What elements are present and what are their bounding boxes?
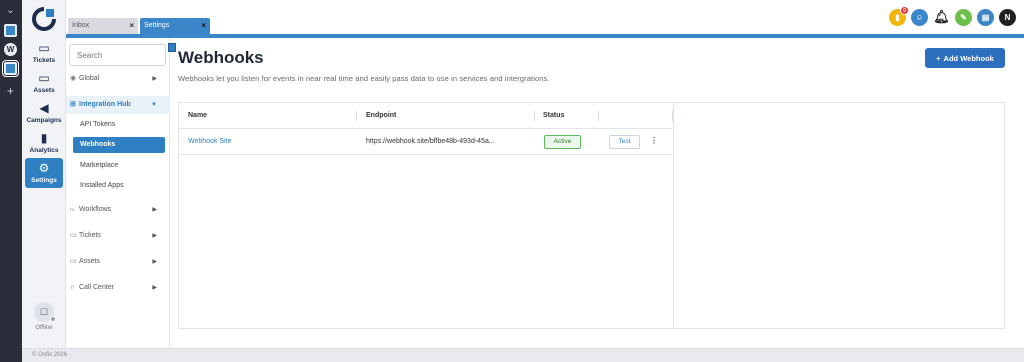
table-row[interactable]: Webhook Site https://webhook.site/bffbe4… <box>179 129 673 155</box>
app-navigation: ▭ Tickets ▭ Assets ◀ Campaigns ▮ Analyti… <box>22 0 66 362</box>
sidebar-subitem-installed-apps[interactable]: Installed Apps <box>73 178 165 194</box>
sidebar-item-label: Assets <box>79 258 101 265</box>
bell-icon[interactable]: 🔔︎ <box>933 9 950 26</box>
nav-assets[interactable]: ▭ Assets <box>25 68 63 98</box>
chevron-down-icon: ▼ <box>151 102 157 108</box>
workflow-icon: ⤷ <box>70 206 74 213</box>
plus-icon: + <box>936 53 941 63</box>
search-input[interactable] <box>69 44 166 66</box>
sidebar-item-integration-hub[interactable]: ⊞ Integration Hub ▼ <box>66 96 170 114</box>
tab-inbox[interactable]: Inbox × <box>68 18 138 34</box>
bot-icon[interactable]: ☺ <box>911 8 928 26</box>
app-switch-icon[interactable] <box>4 24 17 37</box>
column-divider <box>356 111 357 121</box>
bar-chart-icon: ▮ <box>40 131 48 145</box>
chat-avatar-icon: ☐ <box>34 302 56 322</box>
chevron-right-icon: ▶ <box>152 285 157 291</box>
sidebar-item-label: Workflows <box>79 206 112 213</box>
add-webhook-label: Add Webhook <box>943 53 994 63</box>
nav-campaigns[interactable]: ◀ Campaigns <box>25 98 63 128</box>
settings-sidebar: ◉Global ▶ ⊞Integration Hub ▼ API Tokens … <box>66 38 170 348</box>
add-webhook-button[interactable]: + Add Webhook <box>925 48 1005 68</box>
sidebar-item-label: Tickets <box>79 232 101 239</box>
tab-label: Inbox <box>72 22 90 29</box>
chevron-right-icon: ▶ <box>152 233 157 239</box>
webhook-name-link[interactable]: Webhook Site <box>188 129 231 155</box>
desktop-icon: ▭ <box>38 71 50 85</box>
nav-settings[interactable]: ⚙ Settings <box>25 158 63 188</box>
test-button[interactable]: Test <box>609 135 640 149</box>
app-switch-active-icon[interactable] <box>2 60 19 77</box>
plus-icon[interactable]: + <box>4 84 17 98</box>
monitor-icon: ▭ <box>38 41 50 55</box>
footer-copyright: © Onfix 2026 <box>22 348 1024 362</box>
notification-badge: 0 <box>900 5 909 15</box>
chevron-down-icon[interactable]: ⌄ <box>4 4 17 17</box>
column-divider <box>672 111 673 121</box>
sidebar-item-label: Global <box>79 75 100 82</box>
top-toolbar: ▮ 0 ☺ 🔔︎ ✎ ▤ N <box>889 5 1016 26</box>
column-header-endpoint: Endpoint <box>366 112 397 119</box>
column-header-name: Name <box>188 112 208 119</box>
grid-icon: ⊞ <box>70 101 76 108</box>
webhook-endpoint: https://webhook.site/bffbe48b-493d-45a..… <box>366 138 495 145</box>
sidebar-subitem-webhooks[interactable]: Webhooks <box>73 137 165 153</box>
notifications-app-icon[interactable]: ▮ 0 <box>889 5 909 26</box>
chevron-right-icon: ▶ <box>152 207 157 213</box>
nav-tickets[interactable]: ▭ Tickets <box>25 38 63 68</box>
status-badge: Active <box>544 135 581 149</box>
chevron-right-icon: ▶ <box>152 76 157 82</box>
wordpress-icon[interactable]: W <box>4 43 17 56</box>
webhooks-table: Name Endpoint Status Webhook Site https:… <box>178 102 674 329</box>
detail-pane <box>674 102 1005 329</box>
page-description: Webhooks let you listen for events in ne… <box>178 74 550 83</box>
sidebar-item-global[interactable]: ◉ Global ▶ <box>66 70 170 88</box>
monitor-icon: ▭ <box>70 232 77 239</box>
window-rail: ⌄ W + <box>0 0 22 362</box>
user-avatar[interactable]: N <box>999 8 1016 26</box>
sidebar-item-label: Call Center <box>79 284 115 291</box>
page-title: Webhooks <box>178 48 264 67</box>
agent-status[interactable]: ☐ Offline <box>26 302 62 336</box>
headset-icon: ∩ <box>70 284 76 291</box>
sidebar-subitem-api-tokens[interactable]: API Tokens <box>73 117 165 133</box>
table-header: Name Endpoint Status <box>179 103 673 129</box>
sidebar-item-assets[interactable]: ▭ Assets ▶ <box>66 253 170 271</box>
desktop-icon: ▭ <box>70 258 77 265</box>
tab-settings[interactable]: Settings × <box>140 18 210 34</box>
globe-icon: ◉ <box>70 75 77 82</box>
sidebar-item-workflows[interactable]: ⤷ Workflows ▶ <box>66 201 170 219</box>
tab-label: Settings <box>144 22 170 29</box>
megaphone-icon: ◀ <box>39 101 49 115</box>
sidebar-item-call-center[interactable]: ∩ Call Center ▶ <box>66 279 170 297</box>
column-divider <box>534 111 535 121</box>
status-dot <box>50 316 56 322</box>
chevron-right-icon: ▶ <box>152 259 157 265</box>
contacts-icon[interactable]: ▤ <box>977 8 994 26</box>
column-divider <box>598 111 599 121</box>
close-icon[interactable]: × <box>129 18 134 34</box>
pencil-icon[interactable]: ✎ <box>955 8 972 26</box>
panel-toggle-icon[interactable] <box>168 43 176 52</box>
sidebar-item-tickets[interactable]: ▭ Tickets ▶ <box>66 227 170 245</box>
more-options-icon[interactable]: ⋮ <box>650 129 658 153</box>
nav-analytics[interactable]: ▮ Analytics <box>25 128 63 158</box>
column-header-status: Status <box>543 112 565 119</box>
onfix-logo-icon <box>32 7 56 31</box>
close-icon[interactable]: × <box>201 18 206 34</box>
gear-icon: ⚙ <box>38 161 50 175</box>
sidebar-subitem-marketplace[interactable]: Marketplace <box>73 158 165 174</box>
sidebar-item-label: Integration Hub <box>79 101 131 108</box>
